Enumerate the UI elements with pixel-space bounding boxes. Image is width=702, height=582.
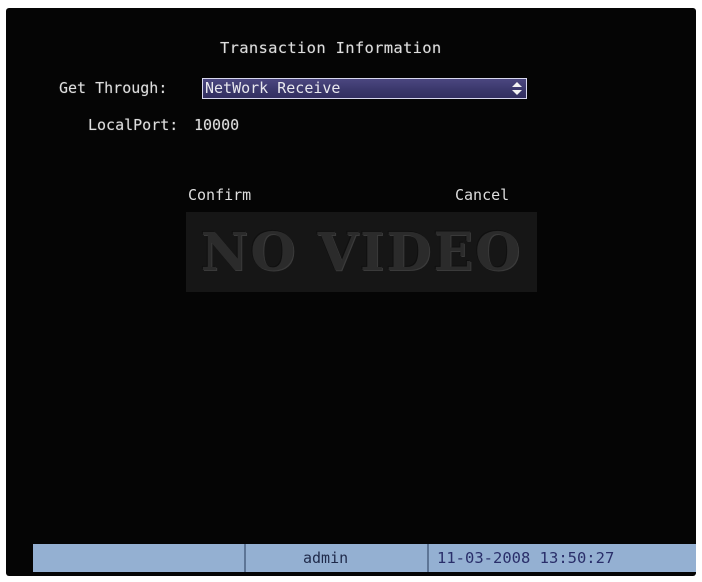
current-datetime: 11-03-2008 13:50:27 xyxy=(437,549,615,567)
local-port-value[interactable]: 10000 xyxy=(194,116,239,134)
status-segment-datetime: 11-03-2008 13:50:27 xyxy=(429,544,696,572)
current-user: admin xyxy=(303,549,349,567)
up-down-arrow-icon[interactable] xyxy=(512,82,522,95)
cancel-button[interactable]: Cancel xyxy=(455,186,509,204)
status-segment-blank xyxy=(33,544,246,572)
get-through-label: Get Through: xyxy=(59,79,168,97)
get-through-value: NetWork Receive xyxy=(205,79,341,97)
dialog-title: Transaction Information xyxy=(220,39,442,57)
local-port-label: LocalPort: xyxy=(88,116,179,134)
status-bar: admin 11-03-2008 13:50:27 xyxy=(33,544,696,572)
confirm-button[interactable]: Confirm xyxy=(188,186,251,204)
get-through-select[interactable]: NetWork Receive xyxy=(202,78,527,99)
no-video-text: NO VIDEO xyxy=(200,221,523,283)
dvr-screen: NO VIDEO Transaction Information Get Thr… xyxy=(6,8,696,576)
status-segment-user: admin xyxy=(246,544,429,572)
no-video-overlay: NO VIDEO xyxy=(186,212,537,292)
